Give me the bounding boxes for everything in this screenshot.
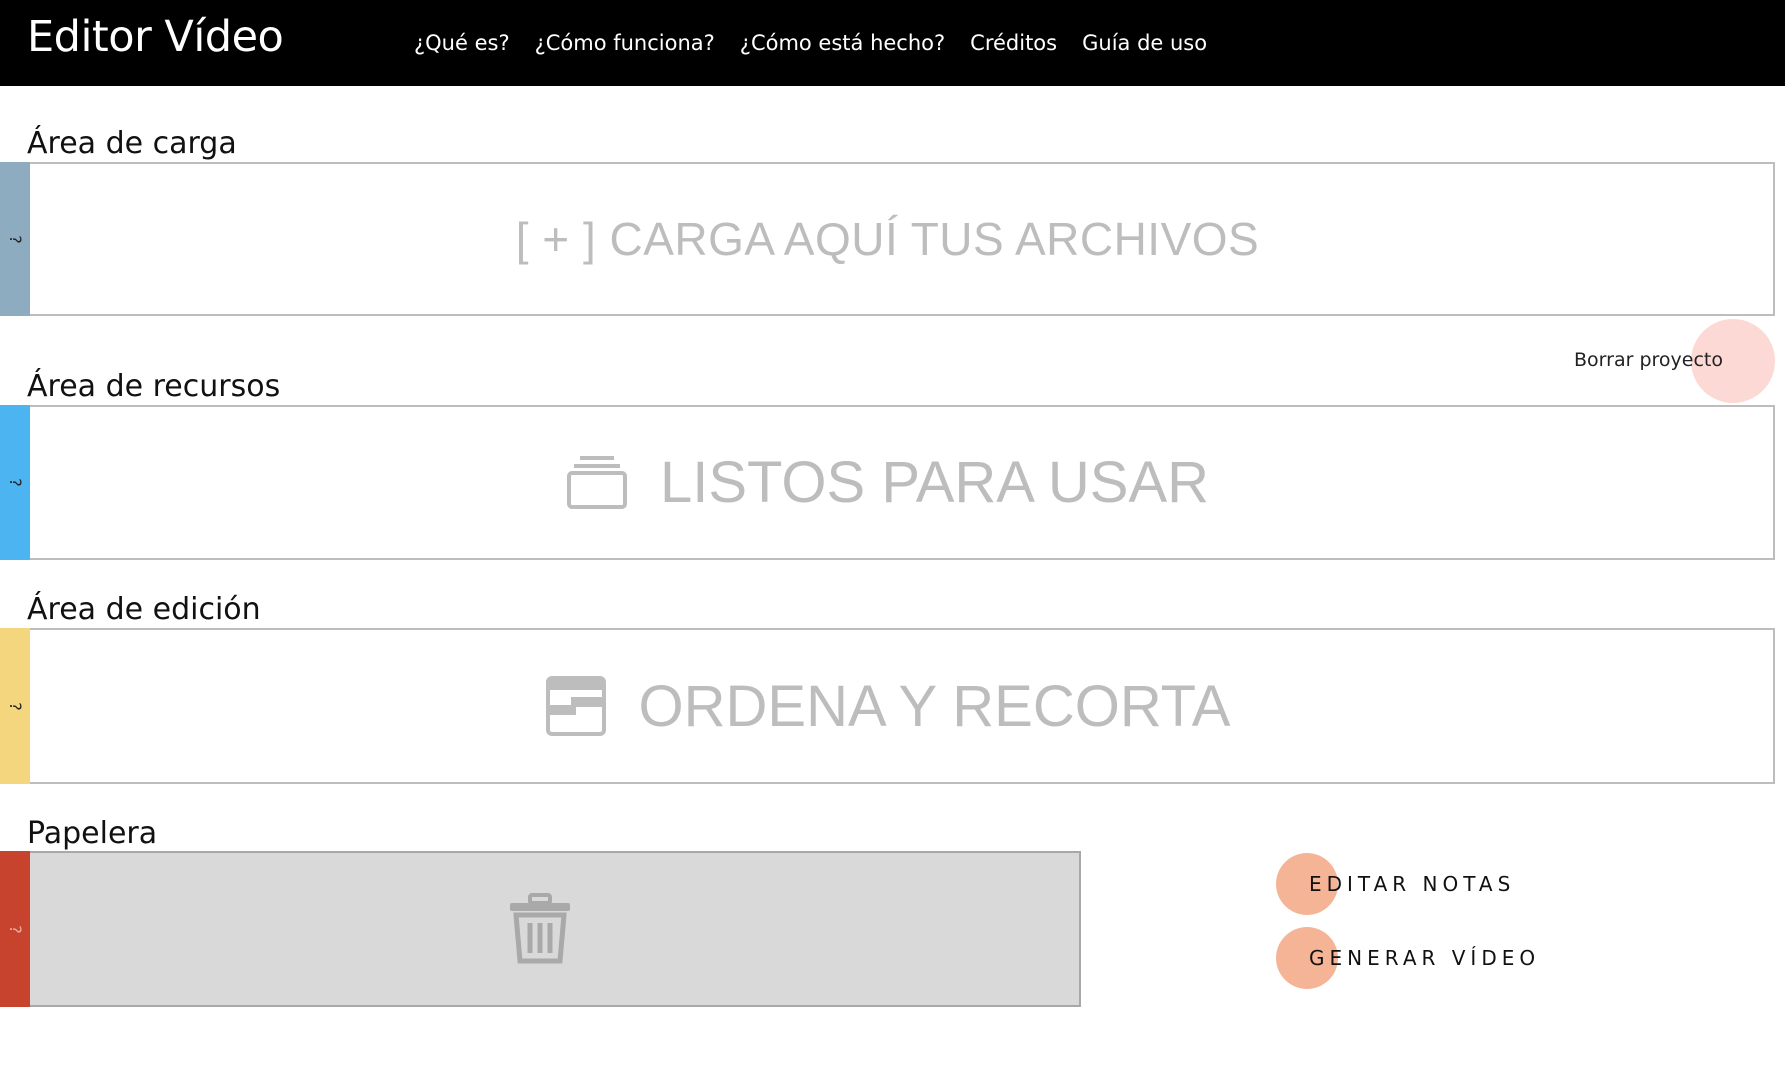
- resources-placeholder: LISTOS PARA USAR: [2, 407, 1773, 558]
- nav-link-creditos[interactable]: Créditos: [970, 31, 1057, 55]
- upload-area-title: Área de carga: [27, 126, 237, 161]
- trash-help-label: ?: [5, 924, 25, 934]
- upload-placeholder: [ + ] CARGA AQUÍ TUS ARCHIVOS: [2, 164, 1773, 314]
- trash-icon: [508, 893, 572, 969]
- nav-link-como-esta-hecho[interactable]: ¿Cómo está hecho?: [740, 31, 945, 55]
- edit-notes-button[interactable]: EDITAR NOTAS: [1276, 853, 1515, 915]
- resources-placeholder-text: LISTOS PARA USAR: [659, 450, 1210, 515]
- app-title: Editor Vídeo: [27, 12, 284, 62]
- edit-notes-label: EDITAR NOTAS: [1309, 872, 1516, 896]
- upload-placeholder-text: [ + ] CARGA AQUÍ TUS ARCHIVOS: [515, 213, 1260, 265]
- generate-video-button[interactable]: GENERAR VÍDEO: [1276, 927, 1540, 989]
- main-nav: ¿Qué es? ¿Cómo funciona? ¿Cómo está hech…: [414, 31, 1207, 55]
- upload-dropzone[interactable]: ? [ + ] CARGA AQUÍ TUS ARCHIVOS: [0, 162, 1775, 316]
- nav-link-que-es[interactable]: ¿Qué es?: [414, 31, 510, 55]
- delete-project-button[interactable]: Borrar proyecto: [1574, 349, 1723, 371]
- generate-video-label: GENERAR VÍDEO: [1309, 946, 1541, 970]
- timeline-card-icon: [545, 675, 607, 737]
- editing-area-title: Área de edición: [27, 592, 261, 627]
- editing-placeholder: ORDENA Y RECORTA: [2, 630, 1773, 782]
- resources-area-title: Área de recursos: [27, 369, 281, 404]
- trash-help-tab[interactable]: ?: [0, 851, 30, 1007]
- nav-link-guia-de-uso[interactable]: Guía de uso: [1082, 31, 1207, 55]
- trash-area-title: Papelera: [27, 816, 158, 851]
- resources-panel[interactable]: ? LISTOS PARA USAR: [0, 405, 1775, 560]
- stack-icon: [566, 455, 628, 511]
- trash-dropzone[interactable]: ?: [0, 851, 1081, 1007]
- editing-placeholder-text: ORDENA Y RECORTA: [638, 673, 1231, 739]
- nav-link-como-funciona[interactable]: ¿Cómo funciona?: [535, 31, 715, 55]
- top-navigation-bar: Editor Vídeo ¿Qué es? ¿Cómo funciona? ¿C…: [0, 0, 1785, 86]
- editing-timeline[interactable]: ? ORDENA Y RECORTA: [0, 628, 1775, 784]
